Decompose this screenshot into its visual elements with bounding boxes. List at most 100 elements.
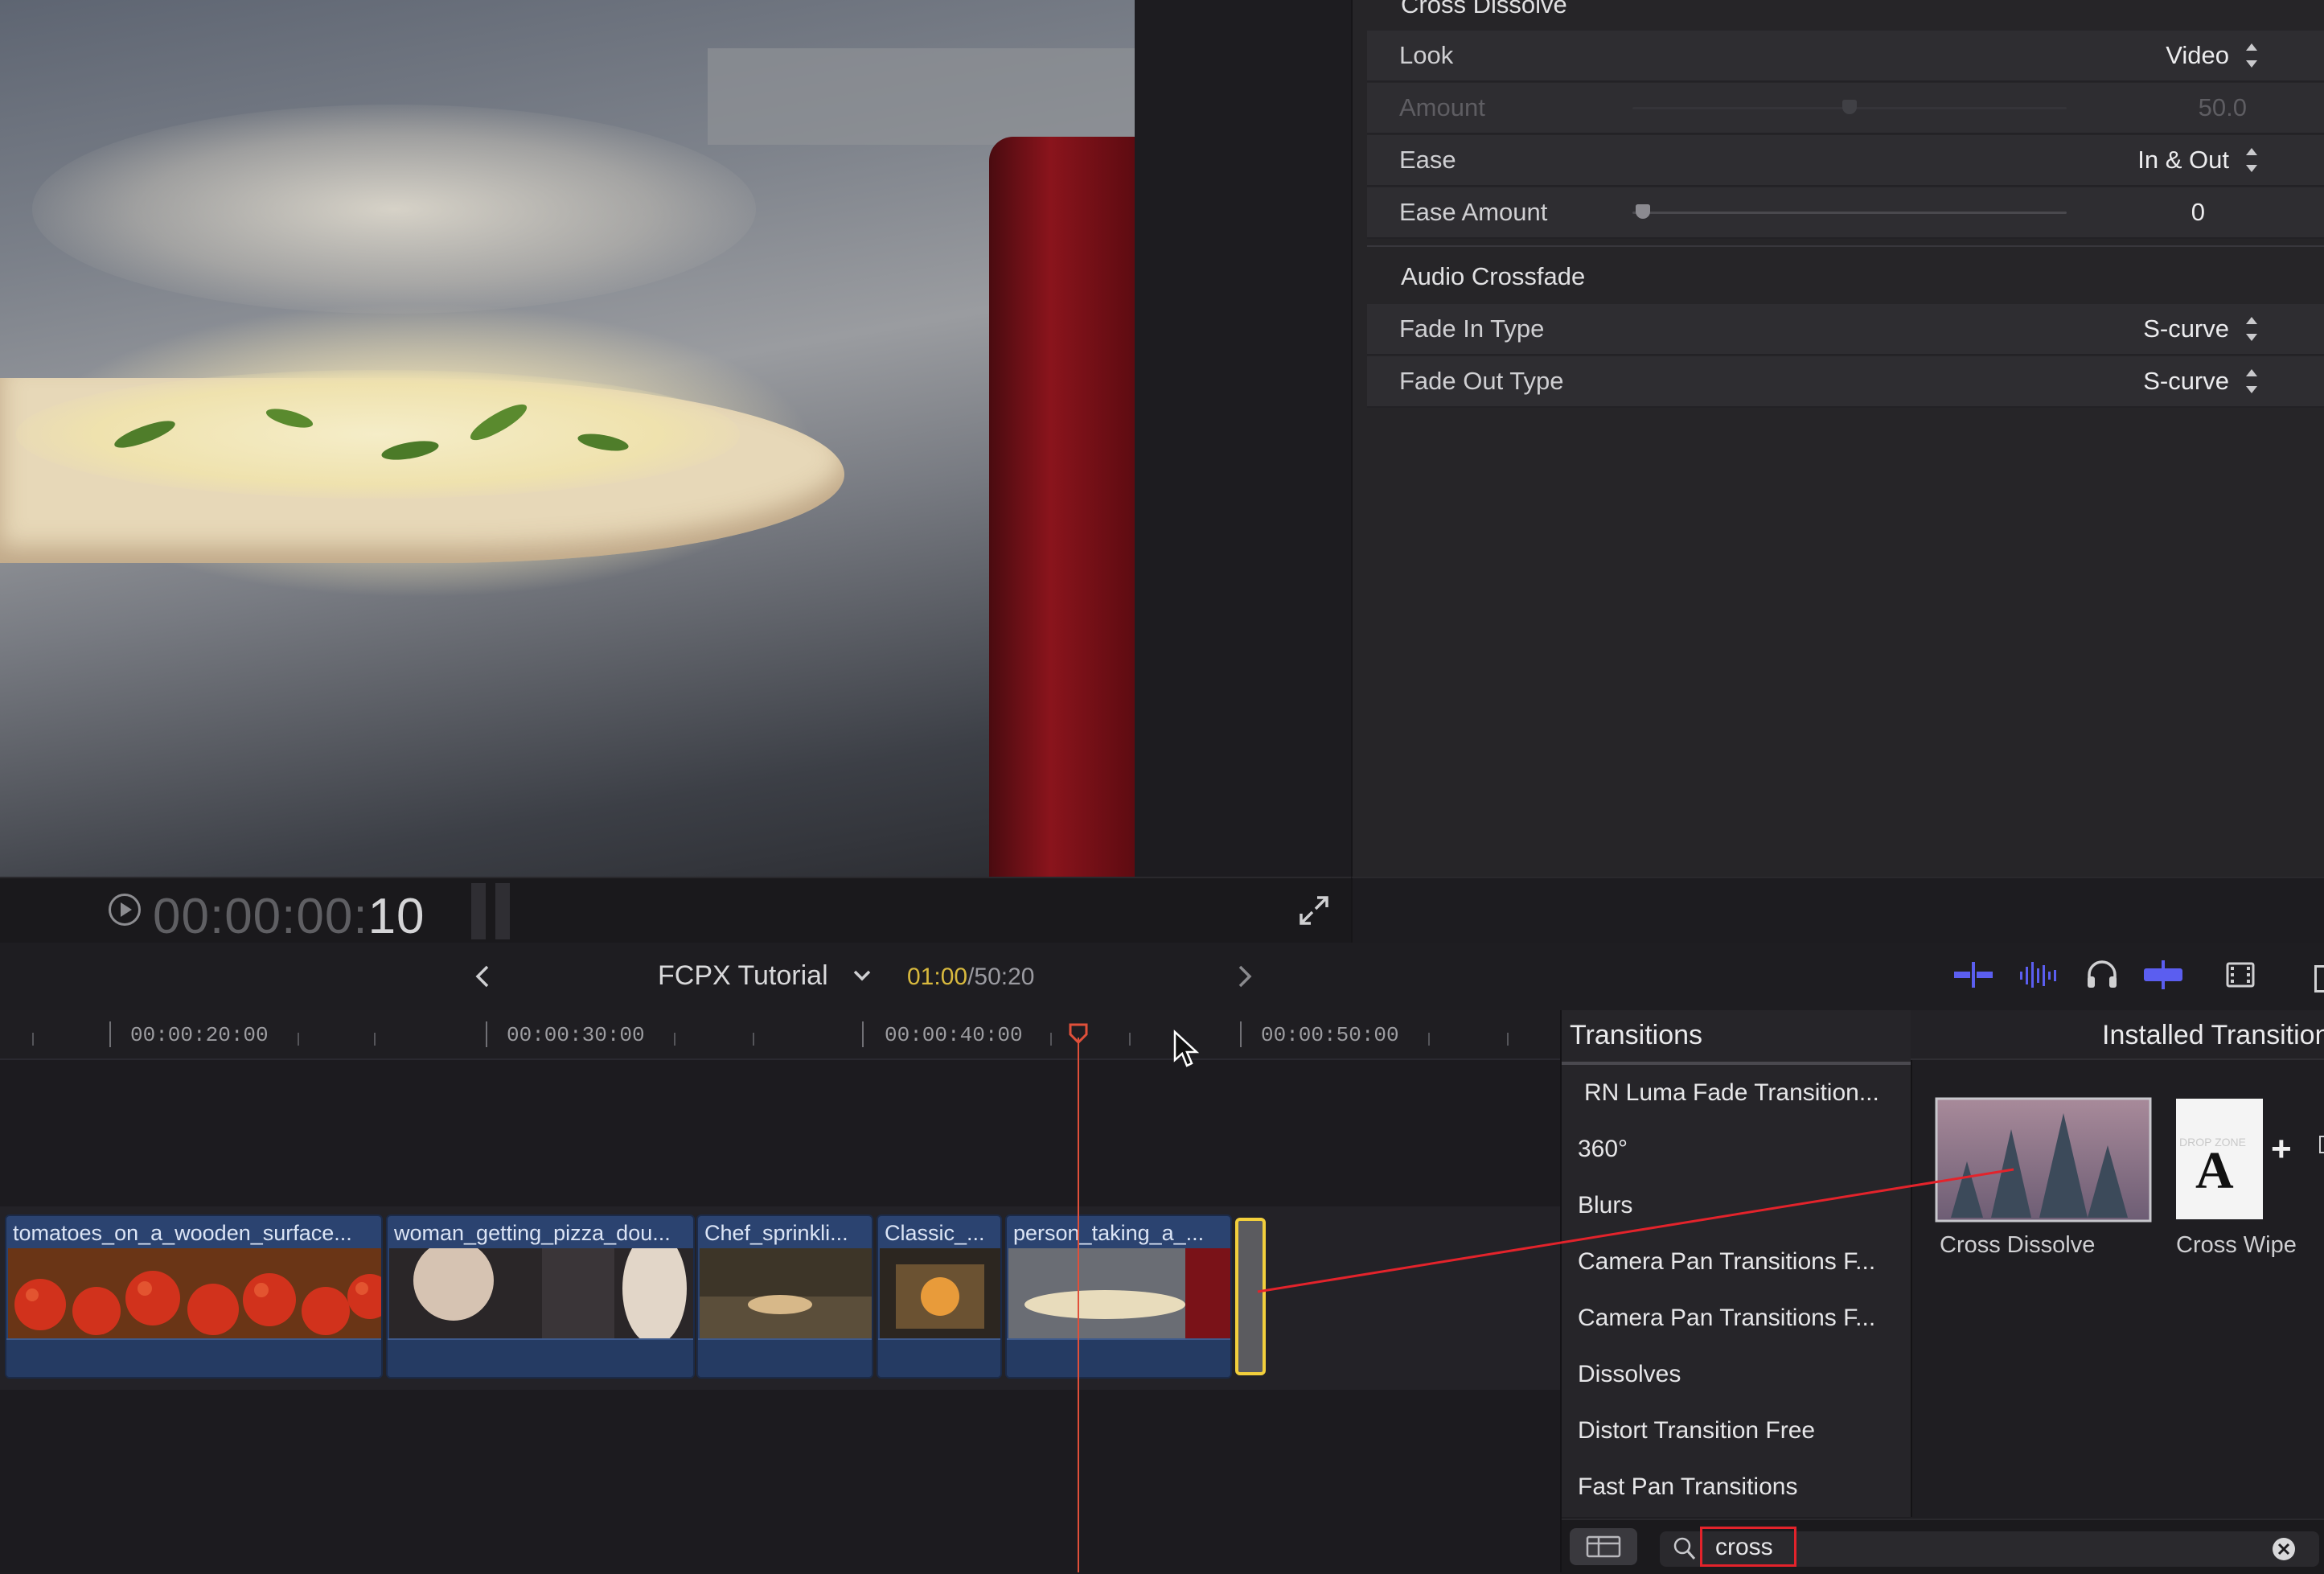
category-item[interactable]: Distort Transition Free	[1578, 1417, 1815, 1445]
amount-slider-knob	[1842, 100, 1857, 114]
clip-thumbnail	[8, 1248, 381, 1342]
search-icon	[1673, 1537, 1696, 1560]
cross-wipe-thumbnail[interactable]: DROP ZONE A	[2176, 1099, 2263, 1219]
category-item[interactable]: Dissolves	[1578, 1361, 1681, 1388]
category-item[interactable]: Camera Pan Transitions F...	[1578, 1248, 1875, 1276]
viewer-frame-tray	[708, 48, 1135, 145]
ease-label: Ease	[1399, 146, 1456, 174]
duration-display: 01:00/50:20	[907, 964, 1035, 991]
clip-appearance-icon[interactable]	[2224, 959, 2256, 991]
clip-audio	[698, 1338, 872, 1377]
ruler-label: 00:00:20:00	[130, 1023, 269, 1047]
category-item[interactable]: Fast Pan Transitions	[1578, 1473, 1797, 1501]
ruler-tick	[109, 1021, 111, 1047]
skimming-icon[interactable]	[2142, 959, 2184, 991]
ease-amount-value[interactable]: 0	[2191, 198, 2205, 227]
viewer	[0, 0, 1135, 877]
ruler-label: 00:00:30:00	[507, 1023, 645, 1047]
transition-drop-target[interactable]	[1235, 1218, 1266, 1375]
cross-wipe-thumbnail-b[interactable]: +	[2263, 1099, 2324, 1219]
cross-dissolve-thumbnail[interactable]	[1935, 1097, 2152, 1223]
viewer-letterbox	[1135, 0, 1351, 877]
timecode-display[interactable]: 00:00:00:10	[153, 888, 425, 945]
category-item[interactable]: Camera Pan Transitions F...	[1578, 1305, 1875, 1332]
timeline-header: FCPX Tutorial 01:00/50:20	[0, 943, 2324, 1012]
clip-thumbnail	[1008, 1248, 1230, 1342]
look-value[interactable]: Video	[2166, 41, 2229, 70]
playhead[interactable]	[1078, 1038, 1079, 1572]
inspector-row-look[interactable]: Look Video	[1367, 31, 2324, 82]
category-item[interactable]: 360°	[1578, 1136, 1628, 1163]
amount-value: 50.0	[2198, 93, 2247, 121]
audio-skimming-icon[interactable]	[2017, 959, 2059, 991]
inspector-row-ease[interactable]: Ease In & Out	[1367, 135, 2324, 187]
history-forward-icon[interactable]	[1235, 964, 1254, 989]
current-time: 01:00	[907, 964, 968, 990]
category-header-divider	[1562, 1062, 1911, 1065]
viewer-frame-basil	[114, 404, 629, 460]
inspector-footer	[1351, 877, 2324, 944]
category-item[interactable]: Blurs	[1578, 1192, 1632, 1219]
history-back-icon[interactable]	[473, 964, 492, 989]
inspector-row-fade-in[interactable]: Fade In Type S-curve	[1367, 304, 2324, 355]
cross-wipe-label: Cross Wipe	[2176, 1232, 2297, 1258]
viewer-frame-flour	[32, 105, 756, 314]
project-title[interactable]: FCPX Tutorial	[658, 960, 828, 992]
fullscreen-icon[interactable]	[1298, 894, 1330, 927]
clip-thumbnail	[389, 1248, 693, 1342]
fade-out-value[interactable]: S-curve	[2143, 367, 2229, 396]
clip-audio	[878, 1338, 1000, 1377]
inspector-divider	[1367, 245, 2324, 247]
timeline-clip[interactable]: Classic_...	[877, 1214, 1002, 1379]
play-icon[interactable]	[109, 894, 141, 926]
look-stepper-icon[interactable]	[2244, 42, 2260, 69]
ease-stepper-icon[interactable]	[2244, 146, 2260, 174]
timeline-ruler[interactable]: 00:00:20:00 00:00:30:00 00:00:40:00 00:0…	[0, 1010, 1560, 1060]
project-chevron-down-icon[interactable]	[852, 968, 872, 983]
playhead-marker-icon[interactable]	[1069, 1023, 1088, 1044]
ruler-tick	[862, 1021, 864, 1047]
clip-name: Chef_sprinkli...	[704, 1221, 848, 1245]
inspector-section-title: Cross Dissolve	[1401, 0, 1567, 18]
ease-amount-label: Ease Amount	[1399, 198, 1548, 226]
fade-out-stepper-icon[interactable]	[2244, 368, 2260, 395]
mouse-cursor-icon	[1173, 1029, 1200, 1067]
look-label: Look	[1399, 41, 1454, 69]
inspector-panel: Cross Dissolve Look Video Amount 50.0 Ea…	[1351, 0, 2324, 877]
ease-amount-slider-knob[interactable]	[1636, 204, 1650, 219]
total-time: 50:20	[974, 964, 1035, 990]
category-item[interactable]: RN Luma Fade Transition...	[1584, 1079, 1879, 1107]
clip-audio	[1007, 1338, 1230, 1377]
clip-audio	[6, 1338, 381, 1377]
cross-wipe-edge-icon	[2319, 1136, 2324, 1153]
timeline-clip[interactable]: woman_getting_pizza_dou...	[386, 1214, 695, 1379]
fade-in-stepper-icon[interactable]	[2244, 315, 2260, 343]
inspector-row-amount: Amount 50.0	[1367, 83, 2324, 134]
cross-wipe-letter: A	[2195, 1141, 2234, 1200]
clip-thumbnail	[700, 1248, 872, 1342]
sidebar-toggle-button[interactable]	[1570, 1528, 1637, 1565]
fade-in-value[interactable]: S-curve	[2143, 314, 2229, 343]
timeline-clip[interactable]: tomatoes_on_a_wooden_surface...	[5, 1214, 383, 1379]
timeline-clip[interactable]: person_taking_a_...	[1005, 1214, 1232, 1379]
ease-value[interactable]: In & Out	[2137, 146, 2229, 175]
clear-search-icon[interactable]	[2271, 1536, 2297, 1562]
inspector-row-ease-amount[interactable]: Ease Amount 0	[1367, 187, 2324, 239]
ease-amount-slider[interactable]	[1632, 212, 2067, 214]
amount-label: Amount	[1399, 93, 1485, 121]
clip-name: woman_getting_pizza_dou...	[394, 1221, 671, 1245]
solo-headphones-icon[interactable]	[2084, 959, 2120, 991]
snapping-icon[interactable]	[1952, 959, 1994, 991]
search-input[interactable]: cross	[1700, 1527, 1796, 1567]
installed-transitions-title: Installed Transitions	[2102, 1020, 2324, 1050]
cross-dissolve-label: Cross Dissolve	[1940, 1232, 2096, 1258]
effects-browser-icon[interactable]	[2314, 965, 2324, 992]
viewer-frame-cup	[989, 137, 1135, 877]
inspector-row-fade-out[interactable]: Fade Out Type S-curve	[1367, 356, 2324, 408]
sidebar-icon	[1586, 1535, 1621, 1558]
timeline-clip[interactable]: Chef_sprinkli...	[696, 1214, 873, 1379]
ruler-label: 00:00:50:00	[1261, 1023, 1399, 1047]
clip-name: tomatoes_on_a_wooden_surface...	[13, 1221, 352, 1245]
ruler-tick	[486, 1021, 487, 1047]
ruler-label: 00:00:40:00	[885, 1023, 1023, 1047]
